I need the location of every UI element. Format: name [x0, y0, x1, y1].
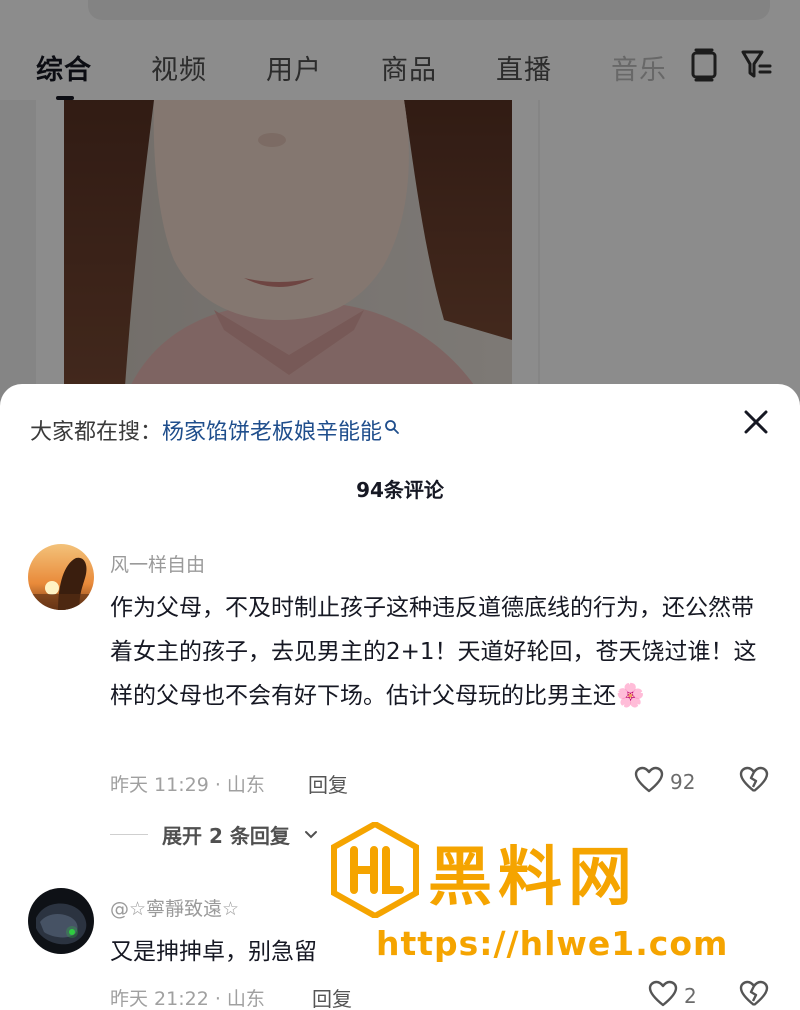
hot-search-prefix: 大家都在搜：: [30, 420, 163, 445]
like-count: 92: [670, 770, 696, 794]
avatar[interactable]: [28, 544, 94, 610]
like-button[interactable]: 92: [634, 766, 695, 798]
search-icon: [384, 416, 400, 441]
close-icon[interactable]: [740, 406, 772, 438]
broken-heart-icon[interactable]: [738, 980, 770, 1010]
reply-button[interactable]: 回复: [312, 983, 352, 1010]
expand-replies[interactable]: 展开 2 条回复: [110, 820, 318, 849]
comment-count: 94条评论: [356, 478, 444, 502]
comment-text: 作为父母，不及时制止孩子这种违反道德底线的行为，还公然带着女主的孩子，去见男主的…: [110, 595, 757, 709]
avatar[interactable]: [28, 888, 94, 954]
broken-heart-icon[interactable]: [738, 766, 770, 798]
dim-overlay[interactable]: [0, 0, 800, 400]
username[interactable]: 风一样自由: [110, 550, 205, 577]
heart-icon: [648, 980, 678, 1010]
chevron-down-icon: [304, 825, 318, 844]
comment-sheet: 大家都在搜：杨家馅饼老板娘辛能能 94条评论 风一样自由 作为父母，不及时制止孩…: [0, 384, 800, 1010]
hot-search-row[interactable]: 大家都在搜：杨家馅饼老板娘辛能能: [30, 414, 400, 446]
divider: [110, 834, 148, 835]
reply-button[interactable]: 回复: [308, 769, 348, 798]
comment-meta: 昨天 11:29 · 山东: [110, 774, 265, 796]
comment-meta: 昨天 21:22 · 山东: [110, 988, 265, 1010]
hot-search-link[interactable]: 杨家馅饼老板娘辛能能: [162, 420, 382, 445]
like-count: 2: [684, 984, 697, 1008]
expand-replies-label: 展开 2 条回复: [162, 824, 290, 848]
heart-icon: [634, 766, 664, 798]
like-button[interactable]: 2: [648, 980, 697, 1010]
comment-text: 又是抻抻卓，别急留: [110, 939, 317, 965]
username[interactable]: @☆寧靜致遠☆: [110, 894, 239, 921]
